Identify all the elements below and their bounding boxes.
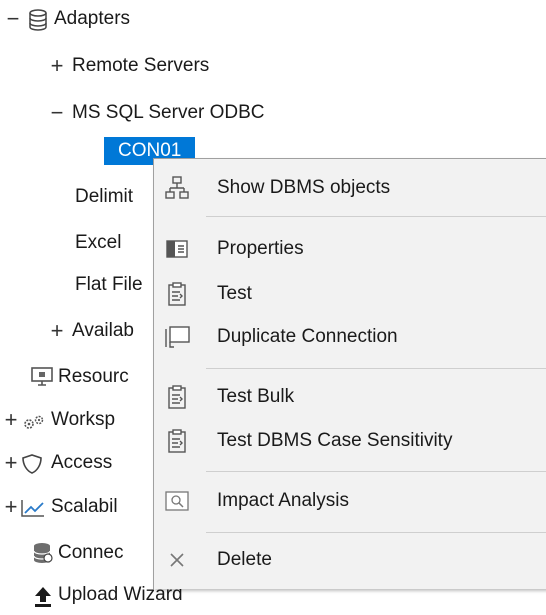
menu-item-delete[interactable]: Delete [154,540,546,580]
menu-item-test-bulk[interactable]: Test Bulk [154,377,546,417]
menu-item-duplicate-connection[interactable]: Duplicate Connection [154,317,546,357]
clipboard-icon [165,429,189,453]
tree-node-adapters[interactable]: − Adapters [0,6,200,32]
menu-separator [206,471,546,472]
tree-node-remote-servers[interactable]: + Remote Servers [0,53,260,79]
expand-icon[interactable]: + [0,407,22,433]
clipboard-icon [165,385,189,409]
tree-node-ms-sql-server-odbc[interactable]: − MS SQL Server ODBC [0,100,300,126]
tree-node-label: Remote Servers [72,55,210,76]
tree-node-label: Connec [58,542,124,563]
expand-icon[interactable]: + [46,318,68,344]
database-icon [28,9,48,39]
menu-item-label: Duplicate Connection [217,326,398,347]
tree-node-excel[interactable]: Excel [0,230,150,256]
tree-node-workspace[interactable]: + Worksp [0,407,150,433]
menu-item-test-dbms-case-sensitivity[interactable]: Test DBMS Case Sensitivity [154,421,546,461]
gears-icon [22,413,46,439]
db-gear-icon [33,542,53,572]
clipboard-icon [165,282,189,306]
search-window-icon [165,489,189,513]
expand-icon[interactable]: + [46,53,68,79]
tree-node-scalability[interactable]: + Scalabil [0,494,150,520]
menu-separator [206,216,546,217]
tree-node-label: MS SQL Server ODBC [72,102,265,123]
tree-node-label: Excel [75,232,122,253]
tree-node-label: Resourc [58,366,129,387]
menu-item-label: Test DBMS Case Sensitivity [217,430,453,451]
tree-node-resources[interactable]: Resourc [0,364,150,390]
expand-icon[interactable]: + [0,494,22,520]
menu-item-label: Test [217,283,252,304]
collapse-icon[interactable]: − [2,6,24,32]
menu-item-show-dbms-objects[interactable]: Show DBMS objects [154,168,546,208]
menu-item-label: Impact Analysis [217,490,349,511]
menu-item-label: Delete [217,549,272,570]
tree-node-connections[interactable]: Connec [0,540,150,566]
menu-item-label: Show DBMS objects [217,177,391,198]
menu-item-impact-analysis[interactable]: Impact Analysis [154,481,546,521]
tree-node-available[interactable]: + Availab [0,318,150,344]
menu-separator [206,532,546,533]
menu-icon-gutter [154,159,198,589]
hierarchy-icon [165,176,189,200]
chart-icon [20,498,46,526]
tree-node-label: Delimit [75,186,134,207]
menu-item-label: Properties [217,238,304,259]
tree-node-label: Access [51,452,113,473]
monitor-icon [31,367,53,395]
tree-node-delimited[interactable]: Delimit [0,184,150,210]
expand-icon[interactable]: + [0,450,22,476]
properties-icon [165,237,189,261]
menu-separator [206,368,546,369]
menu-item-test[interactable]: Test [154,274,546,314]
menu-item-label: Test Bulk [217,386,295,407]
tree-node-label: Availab [72,320,134,341]
close-icon [165,548,189,572]
tree-node-label: Scalabil [51,496,118,517]
shield-icon [20,453,44,483]
collapse-icon[interactable]: − [46,100,68,126]
menu-item-properties[interactable]: Properties [154,229,546,269]
duplicate-icon [163,325,190,349]
tree-node-flat-file[interactable]: Flat File [0,272,150,298]
context-menu: Show DBMS objects Properties Test Duplic… [153,158,546,589]
tree-node-label: Adapters [54,8,131,29]
tree-node-label: Worksp [51,409,116,430]
tree-node-access[interactable]: + Access [0,450,150,476]
tree-node-label: Flat File [75,274,143,295]
